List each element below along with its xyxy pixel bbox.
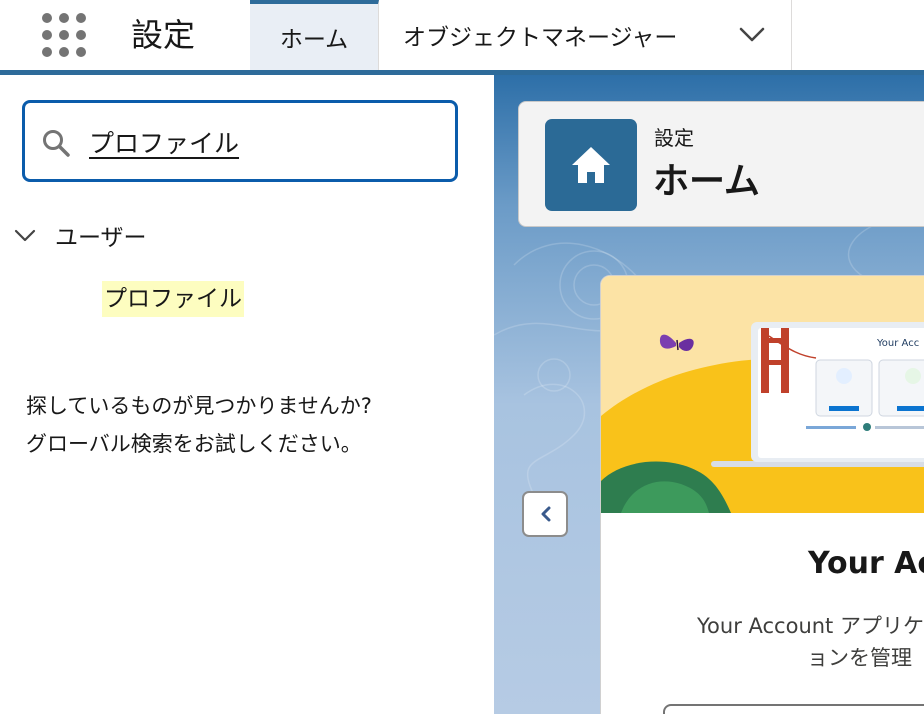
tree-item-profiles[interactable]: プロファイル bbox=[102, 281, 244, 317]
tab-object-manager-label: オブジェクトマネージャー bbox=[403, 25, 678, 51]
search-hint-line2: グローバル検索をお試しください。 bbox=[26, 432, 362, 456]
setup-sidebar: ユーザー プロファイル 探しているものが見つかりませんか? グローバル検索をお試… bbox=[0, 75, 494, 714]
main-content: 設定 ホーム Your Acc Your Ac Your Account アプリ… bbox=[494, 75, 924, 714]
search-hint-line1: 探しているものが見つかりませんか? bbox=[26, 394, 372, 418]
quick-find-search[interactable] bbox=[22, 100, 458, 182]
page-subtitle: 設定 bbox=[654, 126, 694, 150]
page-header: 設定 ホーム bbox=[518, 101, 924, 227]
app-launcher-icon[interactable] bbox=[42, 13, 86, 57]
banner-text: Your Acc bbox=[876, 338, 919, 349]
search-icon bbox=[43, 130, 70, 157]
tree-node-users-label: ユーザー bbox=[55, 225, 147, 251]
tab-home-label: ホーム bbox=[279, 27, 349, 53]
home-icon bbox=[545, 119, 637, 211]
card-title: Your Ac bbox=[808, 546, 924, 581]
chevron-down-icon[interactable] bbox=[737, 22, 767, 48]
tree-node-users[interactable]: ユーザー bbox=[12, 215, 147, 255]
chevron-down-icon[interactable] bbox=[12, 222, 38, 248]
search-hint: 探しているものが見つかりませんか? グローバル検索をお試しください。 bbox=[26, 387, 372, 463]
card-banner-illustration: Your Acc bbox=[601, 276, 924, 513]
tab-home[interactable]: ホーム bbox=[250, 0, 379, 70]
card-action-button[interactable] bbox=[663, 704, 924, 714]
collapse-sidebar-button[interactable] bbox=[522, 491, 568, 537]
card-description-line1: Your Account アプリケー bbox=[697, 614, 924, 638]
chevron-left-icon bbox=[541, 506, 551, 522]
card-description-line2: ョンを管理 bbox=[807, 646, 912, 670]
tab-object-manager[interactable]: オブジェクトマネージャー bbox=[379, 0, 792, 70]
quick-find-input[interactable] bbox=[89, 121, 439, 163]
global-header: 設定 ホーム オブジェクトマネージャー bbox=[0, 0, 924, 70]
butterfly-icon bbox=[659, 334, 694, 351]
app-title: 設定 bbox=[131, 16, 196, 54]
your-account-card: Your Acc Your Ac Your Account アプリケー ョンを管… bbox=[600, 275, 924, 714]
card-description: Your Account アプリケー ョンを管理 bbox=[641, 610, 924, 674]
page-title: ホーム bbox=[653, 161, 760, 202]
